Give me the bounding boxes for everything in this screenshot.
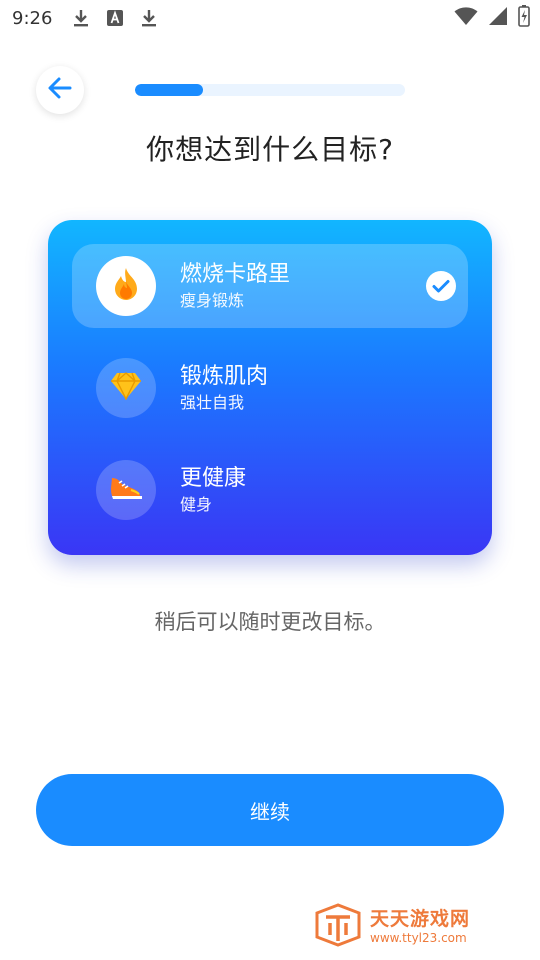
goal-text: 更健康 健身 <box>180 464 246 516</box>
goal-subtitle: 健身 <box>180 495 213 514</box>
status-left: 9:26 <box>0 8 158 29</box>
goal-subtitle: 瘦身锻炼 <box>180 291 245 310</box>
goal-title: 更健康 <box>180 466 247 491</box>
goal-title: 燃烧卡路里 <box>180 262 291 287</box>
goal-option-burn-calories[interactable]: 燃烧卡路里 瘦身锻炼 <box>72 244 468 328</box>
goal-text: 燃烧卡路里 瘦身锻炼 <box>180 260 290 312</box>
battery-icon <box>518 5 530 31</box>
sneaker-icon <box>109 474 143 506</box>
check-icon <box>426 271 456 301</box>
goal-icon-circle <box>96 460 156 520</box>
wifi-icon <box>454 6 478 30</box>
status-right <box>454 5 540 31</box>
goal-icon-circle <box>96 256 156 316</box>
goal-subtitle: 强壮自我 <box>180 393 245 412</box>
flame-icon <box>111 267 141 305</box>
arrow-left-icon <box>47 75 73 105</box>
goal-title: 锻炼肌肉 <box>180 364 269 389</box>
watermark-url: www.ttyl23.com <box>370 931 467 945</box>
page-title: 你想达到什么目标? <box>146 133 394 166</box>
progress-bar <box>135 84 405 96</box>
watermark: 天天游戏网 www.ttyl23.com <box>314 902 514 952</box>
watermark-logo-icon <box>314 903 362 951</box>
goal-icon-circle <box>96 358 156 418</box>
download-icon <box>140 8 158 28</box>
continue-button[interactable]: 继续 <box>36 774 504 846</box>
diamond-icon <box>110 372 142 404</box>
watermark-title: 天天游戏网 <box>370 908 471 930</box>
goal-card: 燃烧卡路里 瘦身锻炼 锻炼肌肉 强壮自我 更健康 健身 <box>48 220 492 555</box>
signal-icon <box>488 6 508 30</box>
goal-option-build-muscle[interactable]: 锻炼肌肉 强壮自我 <box>72 346 468 430</box>
font-icon <box>106 8 124 28</box>
back-button[interactable] <box>36 66 84 114</box>
goal-text: 锻炼肌肉 强壮自我 <box>180 362 268 414</box>
hint-text: 稍后可以随时更改目标。 <box>154 610 386 634</box>
status-bar: 9:26 <box>0 0 540 36</box>
download-icon <box>72 8 90 28</box>
goal-option-be-healthier[interactable]: 更健康 健身 <box>72 448 468 532</box>
status-time: 9:26 <box>12 7 53 29</box>
watermark-text: 天天游戏网 www.ttyl23.com <box>370 908 470 946</box>
progress-fill <box>135 84 203 96</box>
